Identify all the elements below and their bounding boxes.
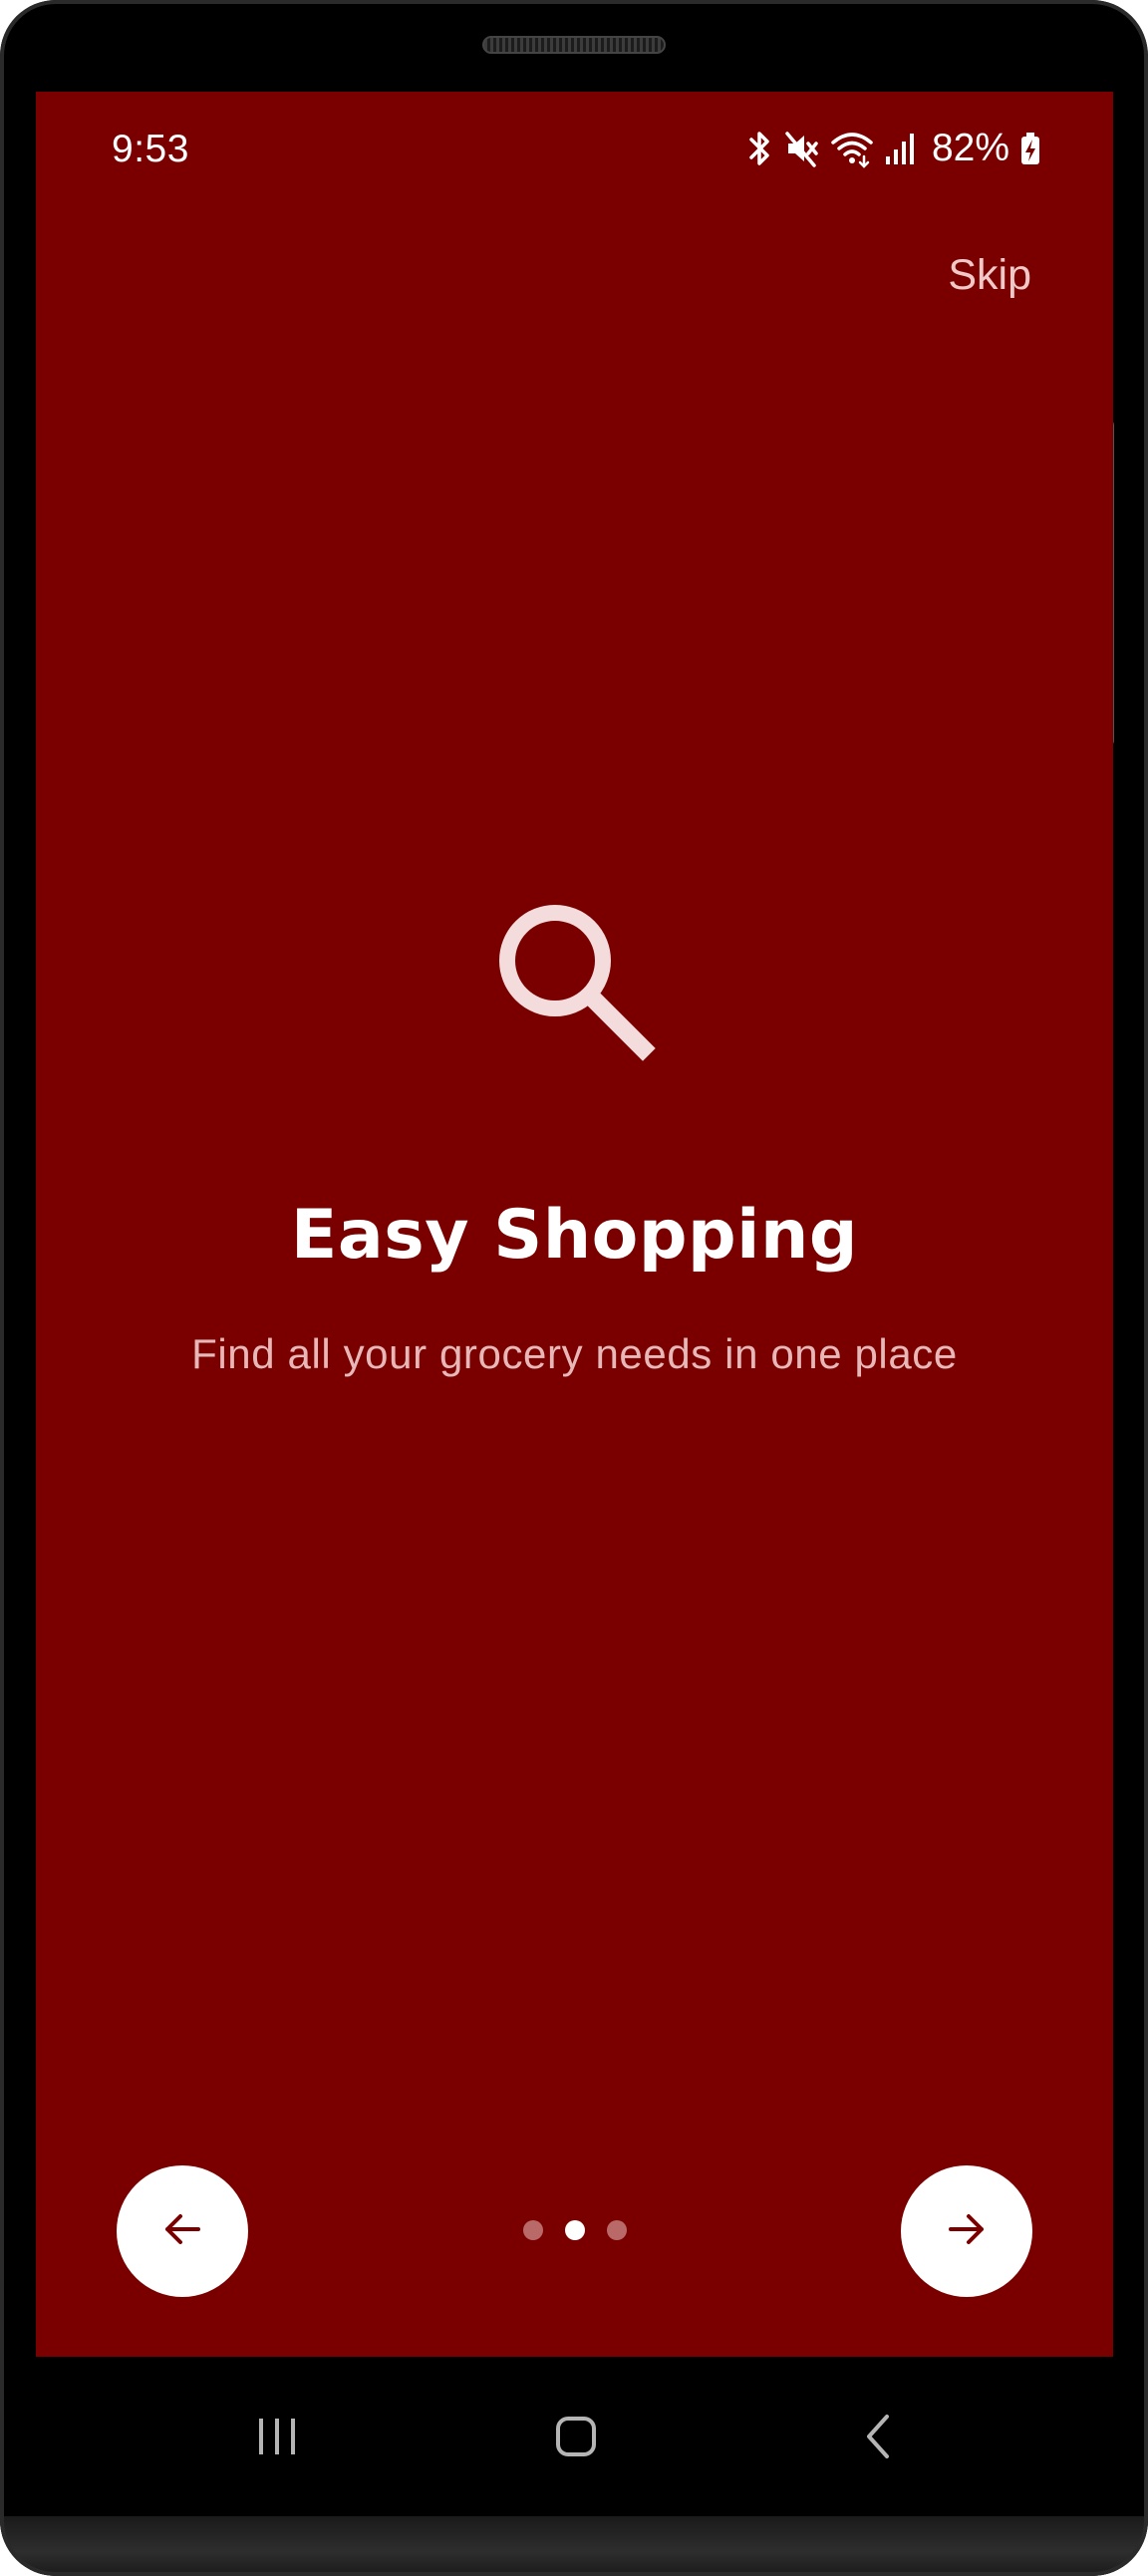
- next-button[interactable]: [901, 2165, 1032, 2297]
- back-icon[interactable]: [839, 2397, 919, 2476]
- status-time: 9:53: [112, 128, 189, 170]
- status-icons: 82%: [744, 126, 1041, 171]
- system-navigation-bar: [36, 2357, 1113, 2516]
- page-dot-active[interactable]: [564, 2220, 585, 2240]
- earpiece-speaker: [482, 36, 666, 54]
- page-dot[interactable]: [522, 2220, 543, 2240]
- arrow-right-icon: [945, 2207, 989, 2256]
- search-icon: [489, 895, 661, 1066]
- onboarding-title: Easy Shopping: [290, 1196, 859, 1275]
- skip-button[interactable]: Skip: [948, 251, 1031, 300]
- recents-icon[interactable]: [237, 2397, 317, 2476]
- battery-percent: 82%: [931, 127, 1009, 169]
- bluetooth-icon: [744, 129, 774, 168]
- bottom-bezel: [0, 2516, 1148, 2576]
- page-dot[interactable]: [606, 2220, 627, 2240]
- onboarding-subtitle: Find all your grocery needs in one place: [191, 1330, 958, 1377]
- mute-icon: [784, 129, 820, 168]
- onboarding-content: Easy Shopping Find all your grocery need…: [36, 895, 1113, 1378]
- onboarding-screen: 9:53 82% Skip Easy Shopping Find all you…: [36, 92, 1113, 2357]
- battery-charging-icon: [1019, 129, 1041, 168]
- wifi-icon: [830, 129, 874, 168]
- status-bar: 9:53 82%: [36, 92, 1113, 211]
- home-icon[interactable]: [536, 2397, 616, 2476]
- phone-frame: 9:53 82% Skip Easy Shopping Find all you…: [0, 0, 1148, 2576]
- signal-icon: [884, 129, 918, 168]
